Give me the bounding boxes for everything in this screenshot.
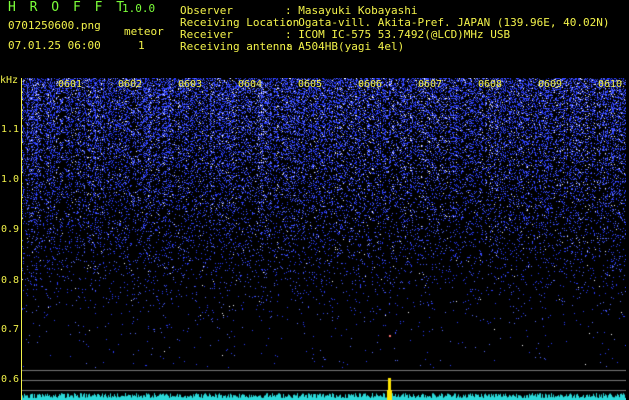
x-tick-label: 0609 bbox=[538, 79, 563, 90]
app-title: H R O F F T bbox=[8, 0, 128, 15]
meta-antenna-key: Receiving antenna bbox=[180, 40, 293, 53]
x-tick-label: 0603 bbox=[178, 79, 203, 90]
x-tick-label: 0608 bbox=[478, 79, 503, 90]
x-tick-label: 0606 bbox=[358, 79, 383, 90]
y-tick-label: 1.0 bbox=[1, 174, 20, 185]
meta-antenna-value: : A504HB(yagi 4el) bbox=[285, 40, 405, 53]
file-name: 0701250600.png bbox=[8, 19, 101, 32]
meteor-label: meteor bbox=[124, 25, 164, 38]
x-tick-label: 0602 bbox=[118, 79, 143, 90]
x-tick-label: 0605 bbox=[298, 79, 323, 90]
y-tick-label: 0.6 bbox=[1, 374, 20, 385]
x-tick-label: 0607 bbox=[418, 79, 443, 90]
timestamp: 07.01.25 06:00 bbox=[8, 39, 101, 52]
y-tick-label: 1.1 bbox=[1, 124, 20, 135]
y-tick-label: 0.8 bbox=[1, 275, 20, 286]
y-tick-label: 0.7 bbox=[1, 324, 20, 335]
x-tick-label: 0604 bbox=[238, 79, 263, 90]
y-axis-line bbox=[21, 78, 22, 400]
meteor-count: 1 bbox=[138, 39, 145, 52]
y-tick-label: 0.9 bbox=[1, 224, 20, 235]
spectrogram-canvas bbox=[22, 78, 626, 400]
app-version: 1.0.0 bbox=[122, 2, 156, 15]
y-unit-label: kHz bbox=[0, 75, 19, 86]
x-tick-label: 0610 bbox=[598, 79, 623, 90]
x-tick-label: 0601 bbox=[58, 79, 83, 90]
